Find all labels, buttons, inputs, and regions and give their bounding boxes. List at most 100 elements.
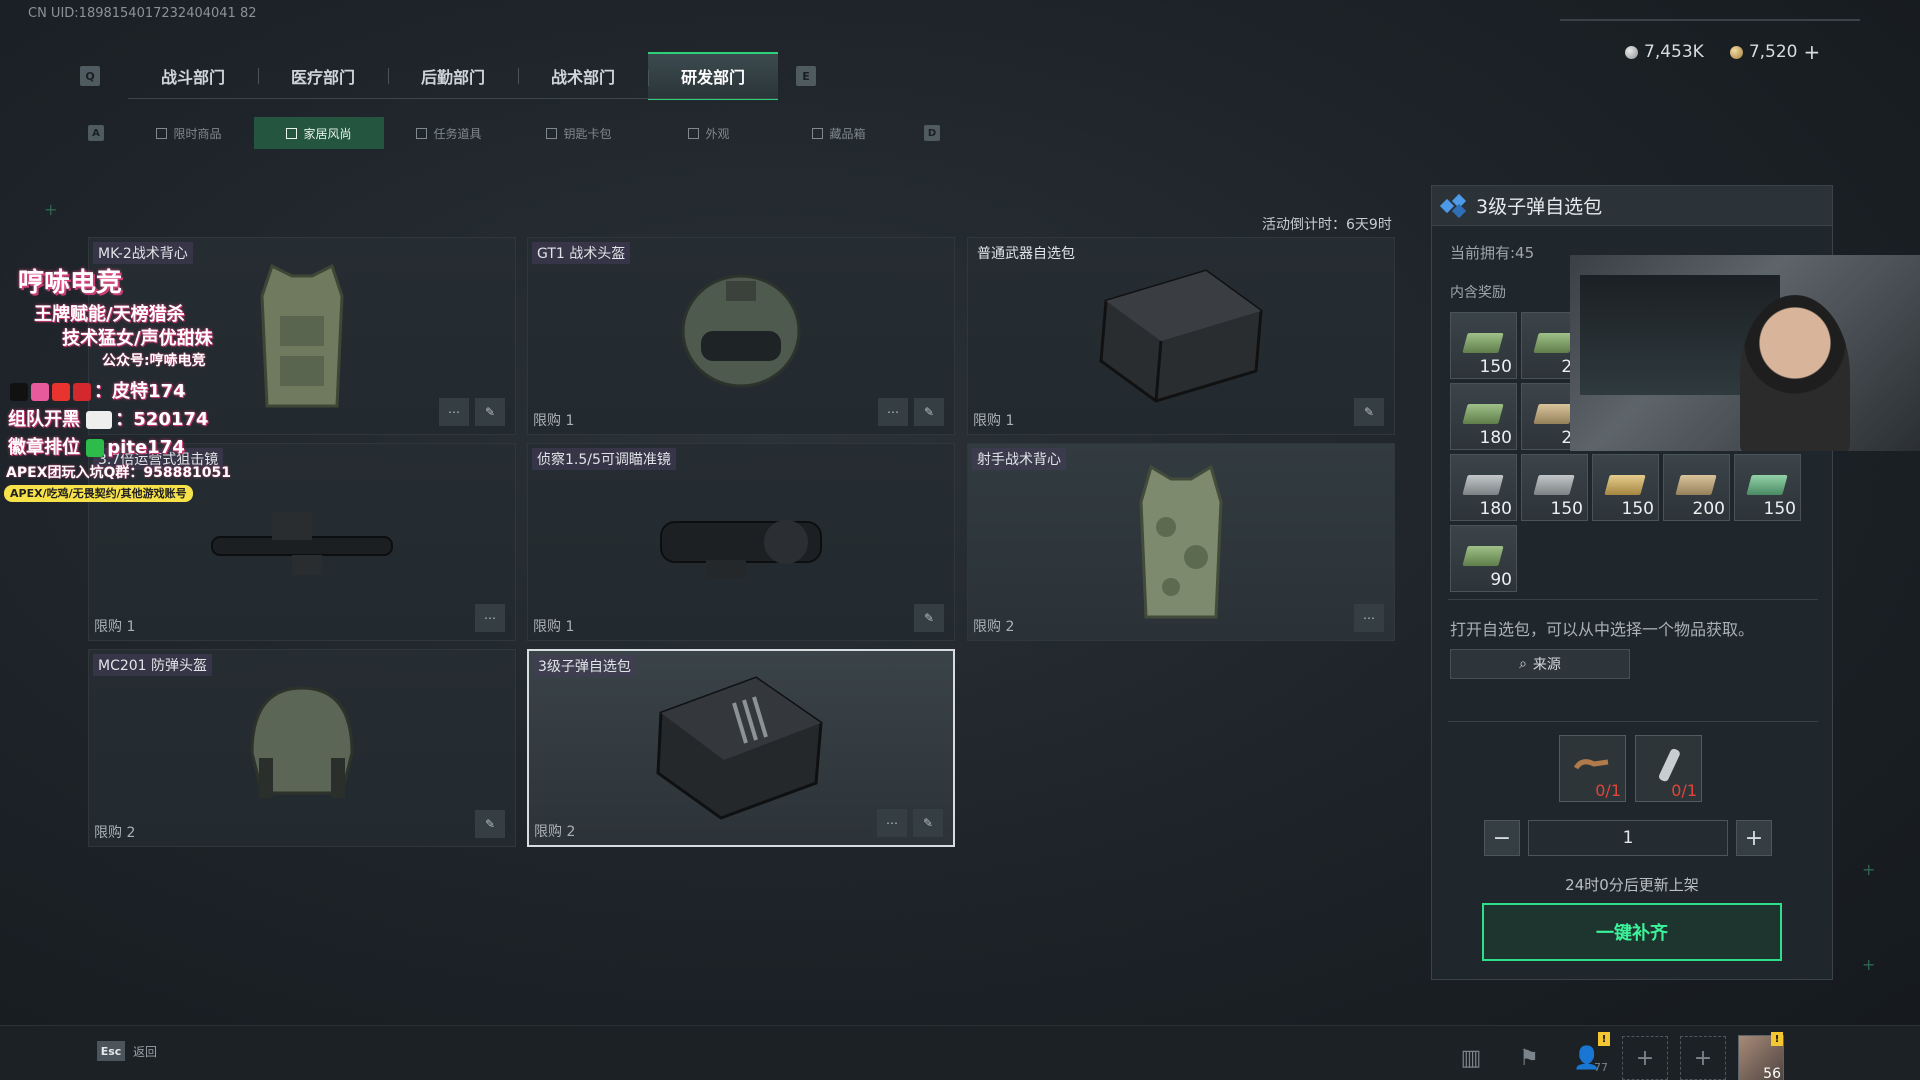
shop-card-ammo-pack[interactable]: 3级子弹自选包 限购 2 ⋯ ✎	[527, 649, 955, 847]
reward-slot[interactable]: 150	[1734, 454, 1801, 521]
next-tab-key[interactable]: E	[796, 66, 816, 86]
shop-card-gt1-helmet[interactable]: GT1 战术头盔 限购 1 ⋯ ✎	[527, 237, 955, 435]
ammo-icon	[1533, 404, 1575, 424]
reward-slot[interactable]: 150	[1521, 454, 1588, 521]
tabs-underline	[128, 98, 778, 99]
ammo-icon	[1533, 333, 1575, 353]
overlay-social: ：皮特174	[10, 377, 186, 403]
subtab-appearance[interactable]: 外观	[644, 117, 774, 149]
image-icon	[688, 127, 700, 139]
subtab-quest-items[interactable]: 任务道具	[384, 117, 514, 149]
requirement-count: 0/1	[1595, 781, 1621, 800]
tab-logistics[interactable]: 后勤部门	[388, 52, 518, 100]
tab-tactical[interactable]: 战术部门	[518, 52, 648, 100]
subtab-label: 限时商品	[173, 126, 222, 141]
quantity-input[interactable]: 1	[1528, 820, 1728, 856]
quick-fill-button[interactable]: 一键补齐	[1482, 903, 1782, 961]
edit-icon[interactable]: ✎	[475, 810, 505, 838]
requirement-slot[interactable]: 0/1	[1635, 735, 1702, 802]
ammo-icon	[1746, 475, 1788, 495]
overlay-banner: APEX/吃鸡/无畏契约/其他游戏账号	[4, 485, 193, 502]
subtab-collection[interactable]: 藏品箱	[774, 117, 904, 149]
flag-icon[interactable]: ⚑	[1506, 1036, 1552, 1080]
ammo-icon	[1675, 475, 1717, 495]
card-title: GT1 战术头盔	[532, 242, 631, 264]
reward-slot[interactable]: 200	[1663, 454, 1730, 521]
preview-button[interactable]: ⋯	[878, 398, 908, 426]
ammo-icon	[1462, 333, 1504, 353]
card-limit: 限购 2	[534, 824, 576, 840]
search-icon: ⌕	[1519, 656, 1527, 672]
back-label: 返回	[133, 1044, 158, 1059]
reward-slot[interactable]: 150	[1450, 312, 1517, 379]
bottom-icons: ▥ ⚑ 👤 77! + + 56!	[1448, 1032, 1784, 1080]
edit-icon[interactable]: ✎	[1354, 398, 1384, 426]
card-title: MK-2战术背心	[93, 242, 193, 264]
shop-card-recon-scope[interactable]: 侦察1.5/5可调瞄准镜 限购 1 ✎	[527, 443, 955, 641]
tab-combat[interactable]: 战斗部门	[128, 52, 258, 100]
grid-cross: +	[44, 200, 58, 219]
overlay-qq-group: APEX团玩入坑Q群：958881051	[6, 465, 232, 481]
shop-card-marksman-vest[interactable]: 射手战术背心 限购 2 ⋯	[967, 443, 1395, 641]
tab-research[interactable]: 研发部门	[648, 52, 778, 100]
edit-icon[interactable]: ✎	[913, 809, 943, 837]
card-title: 普通武器自选包	[977, 246, 1075, 262]
reward-slot[interactable]: 180	[1450, 454, 1517, 521]
silver-amount: 7,453K	[1644, 42, 1704, 62]
gold-coin-icon	[1729, 45, 1743, 59]
increase-button[interactable]: +	[1736, 820, 1772, 856]
crate-icon	[1099, 269, 1263, 403]
decrease-button[interactable]: −	[1484, 820, 1520, 856]
gold-amount: 7,520	[1748, 42, 1798, 62]
reward-slot[interactable]: 90	[1450, 525, 1517, 592]
avatar[interactable]: 56!	[1738, 1032, 1784, 1080]
ammo-icon	[1533, 475, 1575, 495]
shop-card-mc201-helmet[interactable]: MC201 防弹头盔 限购 2 ✎	[88, 649, 516, 847]
preview-button[interactable]: ⋯	[439, 398, 469, 426]
top-divider	[1560, 19, 1860, 21]
preview-button[interactable]: ⋯	[877, 809, 907, 837]
event-countdown: 活动倒计时：6天9时	[1262, 217, 1392, 233]
friends-icon[interactable]: 👤 77!	[1564, 1032, 1610, 1080]
reward-qty: 150	[1621, 499, 1654, 519]
quantity-stepper: − 1 +	[1484, 820, 1772, 856]
requirement-slot[interactable]: 0/1	[1559, 735, 1626, 802]
card-limit: 限购 2	[94, 825, 136, 841]
edit-icon[interactable]: ✎	[475, 398, 505, 426]
alert-badge: !	[1598, 1032, 1610, 1046]
back-button[interactable]: Esc 返回	[97, 1041, 157, 1061]
department-tabs: Q 战斗部门 医疗部门 后勤部门 战术部门 研发部门 E	[80, 52, 816, 100]
add-slot-button[interactable]: +	[1680, 1036, 1726, 1080]
reward-slot[interactable]: 150	[1592, 454, 1659, 521]
preview-button[interactable]: ⋯	[475, 604, 505, 632]
reward-qty: 150	[1550, 499, 1583, 519]
card-title: 射手战术背心	[972, 448, 1066, 470]
shop-card-weapon-pack[interactable]: 普通武器自选包 限购 1 ✎	[967, 237, 1395, 435]
panel-divider	[1448, 721, 1818, 722]
stats-icon[interactable]: ▥	[1448, 1036, 1494, 1080]
prev-subtab-key[interactable]: A	[88, 125, 104, 141]
alert-badge: !	[1771, 1032, 1783, 1046]
preview-button[interactable]: ⋯	[1354, 604, 1384, 632]
gold-currency[interactable]: 7,520 +	[1729, 40, 1821, 64]
tab-medical[interactable]: 医疗部门	[258, 52, 388, 100]
subtab-limited[interactable]: 限时商品	[124, 117, 254, 149]
diamond-icon	[1439, 193, 1468, 218]
next-subtab-key[interactable]: D	[924, 125, 940, 141]
card-title: 侦察1.5/5可调瞄准镜	[532, 448, 676, 470]
reward-slot[interactable]: 180	[1450, 383, 1517, 450]
pipe-icon	[1573, 759, 1609, 770]
subtab-keycards[interactable]: 钥匙卡包	[514, 117, 644, 149]
ammo-crate-icon	[656, 676, 823, 820]
overlay-rank: 徽章排位 pite174	[8, 433, 185, 459]
overlay-line: 技术猛女/声优甜妹	[62, 328, 213, 349]
friends-count: 77	[1594, 1061, 1608, 1074]
source-button[interactable]: ⌕ 来源	[1450, 649, 1630, 679]
subtab-home-style[interactable]: 家居风尚	[254, 117, 384, 149]
add-slot-button[interactable]: +	[1622, 1036, 1668, 1080]
edit-icon[interactable]: ✎	[914, 398, 944, 426]
prev-tab-key[interactable]: Q	[80, 66, 100, 86]
edit-icon[interactable]: ✎	[914, 604, 944, 632]
add-currency-icon[interactable]: +	[1804, 40, 1821, 64]
subtab-label: 家居风尚	[303, 126, 352, 141]
